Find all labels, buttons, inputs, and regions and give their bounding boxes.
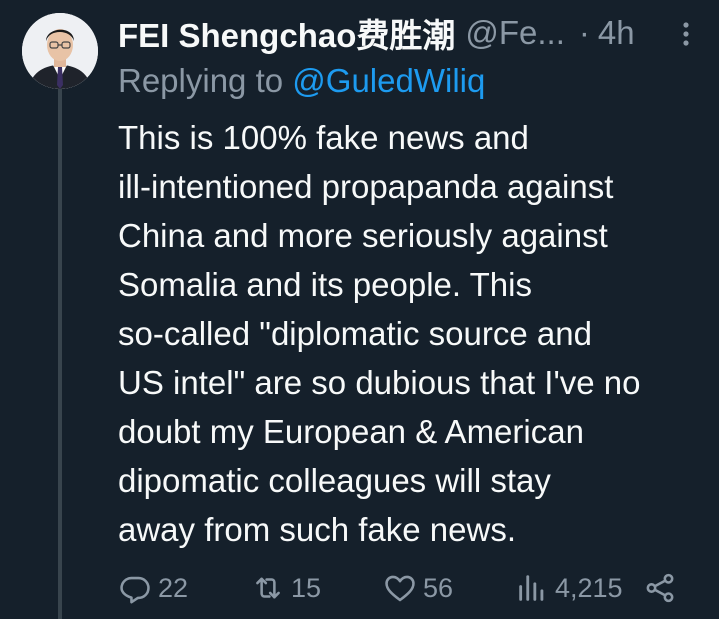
reply-button[interactable]: 22 (118, 566, 188, 610)
tweet-actions-bar: 22 15 56 4,215 (118, 566, 688, 610)
replying-to: Replying to @GuledWiliq (118, 62, 485, 100)
reply-count: 22 (158, 572, 189, 603)
like-button[interactable]: 56 (383, 566, 453, 610)
thread-connector-line (58, 88, 62, 619)
reply-icon (120, 576, 150, 604)
tweet-text-line: away from such fake news. (118, 511, 516, 548)
retweet-icon (256, 577, 280, 599)
tweet-text-line: so-called "diplomatic source and (118, 315, 592, 352)
author-name[interactable]: FEI Shengchao费胜潮 (118, 9, 455, 57)
tweet-text-line: doubt my European & American (118, 413, 584, 450)
tweet-text-line: ill-intentioned propapanda against (118, 168, 614, 205)
tweet-text-line: dipomatic colleagues will stay (118, 462, 551, 499)
tweet-text-line: China and more seriously against (118, 217, 608, 254)
like-count: 56 (423, 572, 454, 603)
avatar[interactable] (22, 13, 98, 89)
tweet-header: FEI Shengchao费胜潮 @Fe... · 4h (118, 10, 699, 56)
more-vertical-icon[interactable] (673, 16, 699, 52)
tweet-body: This is 100% fake news and ill-intention… (118, 113, 708, 554)
view-count: 4,215 (555, 572, 623, 603)
views-chart-icon (519, 575, 544, 601)
share-icon (646, 573, 674, 603)
timestamp[interactable]: 4h (598, 14, 635, 52)
share-button[interactable] (643, 566, 683, 610)
retweet-count: 15 (291, 572, 322, 603)
separator-dot: · (578, 14, 590, 51)
replying-to-mention[interactable]: @GuledWiliq (292, 62, 485, 99)
replying-to-label: Replying to (118, 62, 284, 99)
tweet-text-line: US intel" are so dubious that I've no (118, 364, 641, 401)
views-button[interactable]: 4,215 (515, 566, 623, 610)
retweet-button[interactable]: 15 (251, 566, 321, 610)
author-handle[interactable]: @Fe... (465, 14, 565, 52)
heart-icon (385, 575, 415, 602)
tweet-text-line: This is 100% fake news and (118, 119, 529, 156)
tweet-text-line: Somalia and its people. This (118, 266, 532, 303)
avatar-photo (22, 13, 98, 89)
